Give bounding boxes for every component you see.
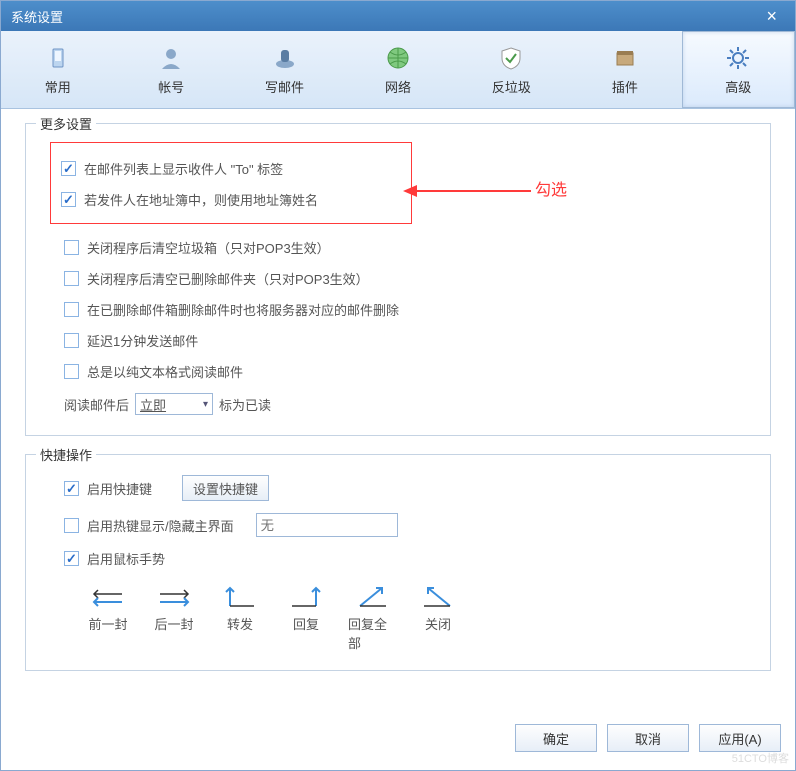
checkbox-delay-send[interactable] bbox=[64, 333, 79, 348]
gesture-reply: 回复 bbox=[282, 584, 330, 652]
highlighted-options: 在邮件列表上显示收件人 "To" 标签 若发件人在地址簿中，则使用地址簿姓名 bbox=[50, 142, 412, 224]
gesture-next-icon bbox=[154, 584, 194, 610]
checkbox-empty-deleted[interactable] bbox=[64, 271, 79, 286]
option-label: 关闭程序后清空已删除邮件夹（只对POP3生效） bbox=[87, 269, 369, 288]
option-row: 在邮件列表上显示收件人 "To" 标签 bbox=[61, 153, 401, 184]
gesture-label: 前一封 bbox=[88, 614, 127, 633]
tab-antispam[interactable]: 反垃圾 bbox=[455, 31, 568, 108]
chevron-down-icon: ▾ bbox=[203, 399, 208, 410]
gesture-prev: 前一封 bbox=[84, 584, 132, 652]
annotation-text: 勾选 bbox=[535, 176, 567, 200]
option-label: 若发件人在地址簿中，则使用地址簿姓名 bbox=[84, 190, 318, 209]
quick-ops-group: 快捷操作 启用快捷键 设置快捷键 启用热键显示/隐藏主界面 启用鼠标手势 bbox=[25, 454, 771, 671]
apply-button[interactable]: 应用(A) bbox=[699, 724, 781, 752]
window-title: 系统设置 bbox=[11, 7, 758, 26]
option-row: 若发件人在地址簿中，则使用地址簿姓名 bbox=[61, 184, 401, 215]
tab-label: 高级 bbox=[725, 77, 751, 96]
gesture-row: 前一封 后一封 转发 回复 回复全部 bbox=[26, 574, 770, 656]
checkbox-empty-trash[interactable] bbox=[64, 240, 79, 255]
option-row: 启用热键显示/隐藏主界面 bbox=[26, 507, 770, 543]
gesture-reply-icon bbox=[286, 584, 326, 610]
set-hotkey-button[interactable]: 设置快捷键 bbox=[182, 475, 269, 501]
gesture-reply-all-icon bbox=[352, 584, 392, 610]
plugin-icon bbox=[610, 43, 640, 73]
watermark: 51CTO博客 bbox=[732, 750, 789, 766]
checkbox-delete-server[interactable] bbox=[64, 302, 79, 317]
common-icon bbox=[43, 43, 73, 73]
tab-common[interactable]: 常用 bbox=[1, 31, 114, 108]
tab-toolbar: 常用 帐号 写邮件 网络 反垃圾 插件 高级 bbox=[1, 31, 795, 109]
tab-label: 反垃圾 bbox=[492, 77, 531, 96]
gesture-label: 转发 bbox=[227, 614, 253, 633]
gesture-close: 关闭 bbox=[414, 584, 462, 652]
option-label: 延迟1分钟发送邮件 bbox=[87, 331, 198, 350]
checkbox-toggle-hotkey[interactable] bbox=[64, 518, 79, 533]
tab-label: 帐号 bbox=[158, 77, 184, 96]
option-label: 在邮件列表上显示收件人 "To" 标签 bbox=[84, 159, 283, 178]
tab-plugin[interactable]: 插件 bbox=[568, 31, 681, 108]
tab-network[interactable]: 网络 bbox=[341, 31, 454, 108]
option-label: 启用鼠标手势 bbox=[87, 549, 165, 568]
tab-compose[interactable]: 写邮件 bbox=[228, 31, 341, 108]
gesture-forward-icon bbox=[220, 584, 260, 610]
gesture-prev-icon bbox=[88, 584, 128, 610]
more-settings-group: 更多设置 在邮件列表上显示收件人 "To" 标签 若发件人在地址簿中，则使用地址… bbox=[25, 123, 771, 436]
checkbox-mouse-gesture[interactable] bbox=[64, 551, 79, 566]
checkbox-use-addressbook-name[interactable] bbox=[61, 192, 76, 207]
gesture-reply-all: 回复全部 bbox=[348, 584, 396, 652]
group-legend: 快捷操作 bbox=[36, 445, 96, 464]
option-label: 在已删除邮件箱删除邮件时也将服务器对应的邮件删除 bbox=[87, 300, 399, 319]
gesture-label: 回复全部 bbox=[348, 614, 396, 652]
tab-account[interactable]: 帐号 bbox=[114, 31, 227, 108]
option-row: 在已删除邮件箱删除邮件时也将服务器对应的邮件删除 bbox=[26, 294, 770, 325]
ok-button[interactable]: 确定 bbox=[515, 724, 597, 752]
gesture-forward: 转发 bbox=[216, 584, 264, 652]
checkbox-enable-hotkey[interactable] bbox=[64, 481, 79, 496]
tab-advanced[interactable]: 高级 bbox=[682, 31, 795, 108]
compose-icon bbox=[270, 43, 300, 73]
option-row: 启用鼠标手势 bbox=[26, 543, 770, 574]
option-row: 总是以纯文本格式阅读邮件 bbox=[26, 356, 770, 387]
gesture-next: 后一封 bbox=[150, 584, 198, 652]
toggle-hotkey-input[interactable] bbox=[256, 513, 398, 537]
checkbox-plain-text[interactable] bbox=[64, 364, 79, 379]
option-row: 关闭程序后清空垃圾箱（只对POP3生效） bbox=[26, 232, 770, 263]
option-label: 启用快捷键 bbox=[87, 479, 152, 498]
option-row: 关闭程序后清空已删除邮件夹（只对POP3生效） bbox=[26, 263, 770, 294]
combo-value: 立即 bbox=[140, 395, 166, 414]
gear-icon bbox=[723, 43, 753, 73]
titlebar: 系统设置 × bbox=[1, 1, 795, 31]
option-row: 延迟1分钟发送邮件 bbox=[26, 325, 770, 356]
option-label: 总是以纯文本格式阅读邮件 bbox=[87, 362, 243, 381]
option-label: 关闭程序后清空垃圾箱（只对POP3生效） bbox=[87, 238, 330, 257]
option-row: 启用快捷键 设置快捷键 bbox=[26, 469, 770, 507]
content-area: 更多设置 在邮件列表上显示收件人 "To" 标签 若发件人在地址簿中，则使用地址… bbox=[1, 109, 795, 703]
read-suffix: 标为已读 bbox=[219, 395, 271, 414]
gesture-label: 后一封 bbox=[154, 614, 193, 633]
button-bar: 确定 取消 应用(A) bbox=[515, 724, 781, 752]
read-delay-combo[interactable]: 立即 ▾ bbox=[135, 393, 213, 415]
read-prefix: 阅读邮件后 bbox=[64, 395, 129, 414]
antispam-icon bbox=[496, 43, 526, 73]
account-icon bbox=[156, 43, 186, 73]
gesture-label: 回复 bbox=[293, 614, 319, 633]
gesture-label: 关闭 bbox=[425, 614, 451, 633]
cancel-button[interactable]: 取消 bbox=[607, 724, 689, 752]
gesture-close-icon bbox=[418, 584, 458, 610]
tab-label: 网络 bbox=[385, 77, 411, 96]
tab-label: 插件 bbox=[612, 77, 638, 96]
mark-read-row: 阅读邮件后 立即 ▾ 标为已读 bbox=[26, 387, 770, 421]
tab-label: 常用 bbox=[45, 77, 71, 96]
close-icon[interactable]: × bbox=[758, 4, 785, 29]
settings-window: 系统设置 × 常用 帐号 写邮件 网络 反垃圾 插件 高级 bbox=[0, 0, 796, 771]
checkbox-show-to[interactable] bbox=[61, 161, 76, 176]
option-label: 启用热键显示/隐藏主界面 bbox=[87, 516, 234, 535]
network-icon bbox=[383, 43, 413, 73]
tab-label: 写邮件 bbox=[265, 77, 304, 96]
group-legend: 更多设置 bbox=[36, 114, 96, 133]
